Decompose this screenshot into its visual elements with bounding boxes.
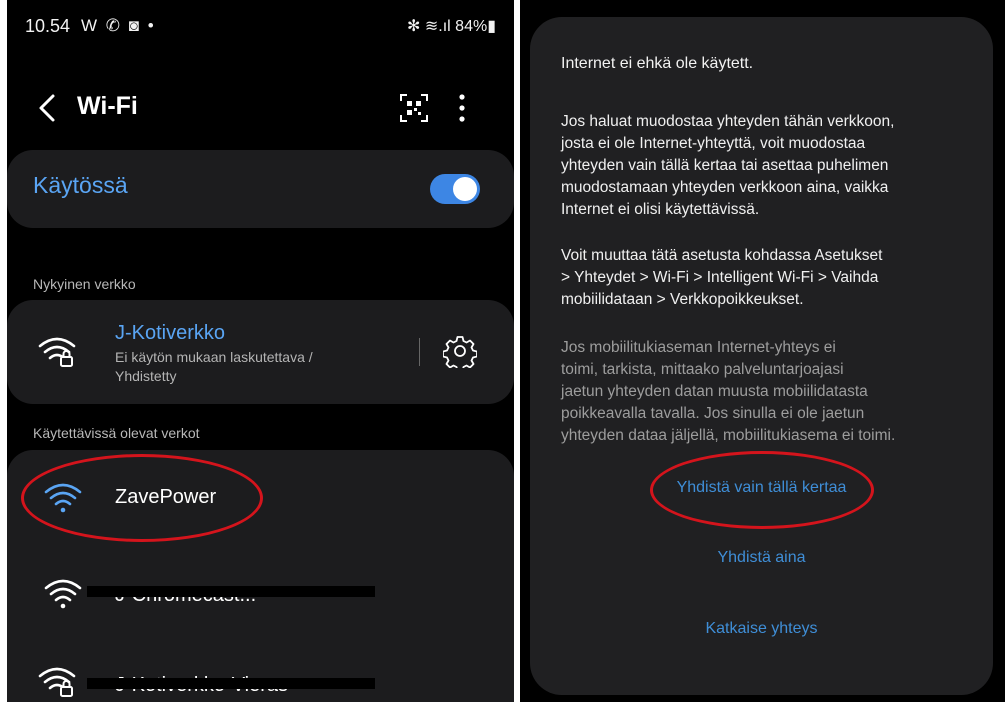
- current-network-name: J-Kotiverkko: [115, 322, 226, 344]
- red-annotation-ellipse: [21, 454, 263, 542]
- available-networks-heading: Käytettävissä olevat verkot: [33, 425, 200, 441]
- text-line: yhteyden vain tällä kertaa tai asettaa p…: [561, 157, 889, 174]
- current-network-status-2: Yhdistetty: [115, 368, 177, 384]
- status-bar: 10.54 W ✆ ◙ • ✻ ≋.ıl 84%▮: [25, 16, 496, 44]
- red-annotation-ellipse: [650, 451, 874, 529]
- text-line: Internet ei olisi käytettävissä.: [561, 201, 760, 218]
- disconnect-button[interactable]: Katkaise yhteys: [530, 620, 993, 638]
- connect-always-button[interactable]: Yhdistä aina: [530, 549, 993, 567]
- wifi-toggle-label: Käytössä: [33, 172, 128, 198]
- back-icon[interactable]: [33, 88, 65, 128]
- text-line: Voit muuttaa tätä asetusta kohdassa Aset…: [561, 247, 883, 264]
- text-line: toimi, tarkista, mittaako palveluntarjoa…: [561, 361, 844, 378]
- wifi-toggle-row[interactable]: Käytössä: [7, 150, 514, 228]
- redaction-bar: [87, 586, 375, 597]
- connection-dialog-screen: Internet ei ehkä ole käytett. Jos haluat…: [520, 0, 1005, 702]
- dialog-paragraph-2: Voit muuttaa tätä asetusta kohdassa Aset…: [561, 245, 981, 311]
- text-line: muodostamaan yhteyden verkkoon aina, vai…: [561, 179, 889, 196]
- switch-knob: [453, 177, 477, 201]
- page-title: Wi-Fi: [77, 92, 138, 120]
- status-battery: ✻ ≋.ıl 84%▮: [407, 18, 496, 35]
- dialog-paragraph-3: Jos mobiilitukiaseman Internet-yhteys ei…: [561, 337, 981, 447]
- current-network-heading: Nykyinen verkko: [33, 276, 136, 292]
- app-header: Wi-Fi: [25, 86, 496, 130]
- network-item-2[interactable]: J-Chromecast...: [7, 560, 514, 630]
- more-options-icon[interactable]: [456, 90, 468, 126]
- current-network-card[interactable]: J-Kotiverkko Ei käytön mukaan laskutetta…: [7, 300, 514, 404]
- wifi-switch[interactable]: [430, 174, 480, 204]
- current-network-status-1: Ei käytön mukaan laskutettava /: [115, 349, 313, 365]
- text-line: mobiilidataan > Verkkopoikkeukset.: [561, 291, 804, 308]
- network-item-3[interactable]: J-Kotiverkko-Vieras: [7, 650, 514, 702]
- text-line: poikkeavalla tavalla. Jos sinulla ei ole…: [561, 405, 865, 422]
- wifi-lock-icon: [38, 337, 76, 367]
- internet-unavailable-dialog: Internet ei ehkä ole käytett. Jos haluat…: [530, 17, 993, 695]
- status-time: 10.54: [25, 16, 71, 36]
- settings-gear-icon[interactable]: [443, 334, 477, 368]
- text-line: > Yhteydet > Wi-Fi > Intelligent Wi-Fi >…: [561, 269, 879, 286]
- text-line: Jos mobiilitukiaseman Internet-yhteys ei: [561, 339, 836, 356]
- text-line: yhteyden dataa jäljellä, mobiilitukiasem…: [561, 427, 896, 444]
- divider: [419, 338, 420, 366]
- wifi-settings-screen: 10.54 W ✆ ◙ • ✻ ≋.ıl 84%▮ Wi-Fi Käytössä…: [7, 0, 514, 702]
- text-line: josta ei ole Internet-yhteyttä, voit muo…: [561, 135, 866, 152]
- wifi-icon: [44, 579, 82, 609]
- status-notification-icons: W ✆ ◙ •: [81, 16, 156, 35]
- qr-scan-icon[interactable]: [398, 92, 430, 124]
- text-line: jaetun yhteyden datan muusta mobiilidata…: [561, 383, 868, 400]
- text-line: Jos haluat muodostaa yhteyden tähän verk…: [561, 113, 895, 130]
- dialog-title: Internet ei ehkä ole käytett.: [561, 55, 754, 72]
- wifi-lock-icon: [38, 667, 76, 697]
- redaction-bar: [87, 678, 375, 689]
- dialog-paragraph-1: Jos haluat muodostaa yhteyden tähän verk…: [561, 111, 981, 221]
